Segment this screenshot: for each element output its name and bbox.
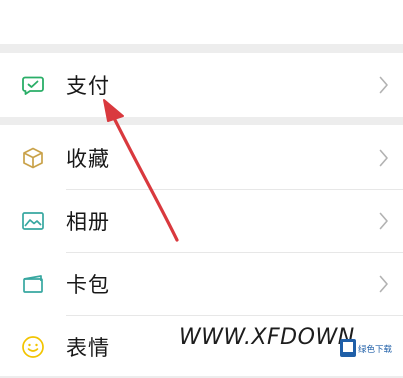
- watermark-logo: 绿色下载: [340, 338, 396, 358]
- top-profile-card-edge: [0, 0, 403, 44]
- chevron-right-icon: [379, 76, 389, 94]
- menu-item-favorites[interactable]: 收藏: [0, 127, 403, 189]
- favorites-cube-icon: [21, 146, 45, 170]
- menu-item-album[interactable]: 相册: [0, 190, 403, 252]
- menu-item-pay[interactable]: 支付: [0, 54, 403, 116]
- chevron-right-icon: [379, 212, 389, 230]
- menu-item-favorites-label: 收藏: [66, 147, 110, 171]
- watermark-badge: 绿色下载: [358, 344, 393, 355]
- menu-item-cards-label: 卡包: [66, 273, 110, 297]
- chevron-right-icon: [379, 149, 389, 167]
- pay-icon: [21, 73, 45, 97]
- album-picture-icon: [21, 209, 45, 233]
- card-wallet-icon: [21, 272, 45, 296]
- pay-section: 支付: [0, 53, 403, 117]
- menu-item-album-label: 相册: [66, 210, 110, 234]
- menu-item-cards[interactable]: 卡包: [0, 253, 403, 315]
- menu-item-pay-label: 支付: [66, 74, 110, 98]
- smiley-face-icon: [21, 335, 45, 359]
- menu-item-stickers-label: 表情: [66, 336, 110, 360]
- chevron-right-icon: [379, 275, 389, 293]
- watermark-text: WWW.XFDOWN: [179, 325, 355, 350]
